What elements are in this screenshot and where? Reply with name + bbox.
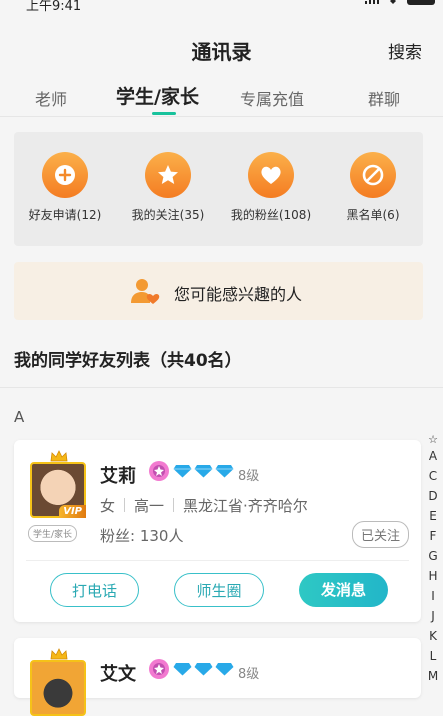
people-you-may-like-label: 您可能感兴趣的人 xyxy=(174,285,303,304)
level-medal-icon xyxy=(149,461,169,481)
index-star[interactable]: ☆ xyxy=(425,434,441,446)
alphabet-index-bar[interactable]: ☆ A C D E F G H I J K L M xyxy=(425,434,441,686)
index-letter[interactable]: E xyxy=(425,506,441,526)
tab-teachers[interactable]: 老师 xyxy=(35,86,67,110)
wifi-icon xyxy=(390,0,396,4)
contact-name: 艾莉 xyxy=(100,466,136,487)
my-following-label: 我的关注(35) xyxy=(131,208,205,222)
level-medal-icon xyxy=(149,659,169,679)
role-tag: 学生/家长 xyxy=(28,525,78,542)
header: 通讯录 搜索 xyxy=(0,28,443,72)
send-message-button[interactable]: 发消息 xyxy=(299,573,388,607)
diamond-level-icons xyxy=(173,662,234,676)
status-time: 上午9:41 xyxy=(26,0,82,14)
index-letter[interactable]: I xyxy=(425,586,441,606)
index-letter[interactable]: A xyxy=(425,446,441,466)
location: 黑龙江省·齐齐哈尔 xyxy=(183,497,308,515)
tab-bar: 老师 学生/家长 专属充值 群聊 xyxy=(0,80,443,118)
index-letter[interactable]: H xyxy=(425,566,441,586)
diamond-icon xyxy=(215,663,234,676)
call-button[interactable]: 打电话 xyxy=(50,573,139,607)
contact-card[interactable]: VIP 学生/家长 艾莉 8级 女高一 黑龙江省·齐齐哈尔 粉丝: 130人 已关… xyxy=(14,440,421,622)
section-divider xyxy=(0,387,443,388)
search-button[interactable]: 搜索 xyxy=(388,38,422,63)
index-letter[interactable]: J xyxy=(425,606,441,626)
grade: 高一 xyxy=(134,497,165,515)
teacher-student-circle-button[interactable]: 师生圈 xyxy=(174,573,264,607)
avatar[interactable]: VIP xyxy=(30,450,86,518)
my-fans-label: 我的粉丝(108) xyxy=(230,208,312,222)
diamond-icon xyxy=(173,663,192,676)
diamond-icon xyxy=(194,465,213,478)
battery-icon xyxy=(407,0,435,5)
page-title: 通讯录 xyxy=(191,40,252,64)
star-icon xyxy=(145,152,191,198)
card-divider xyxy=(26,560,409,561)
level-text: 8级 xyxy=(238,667,260,682)
status-bar: 上午9:41 xyxy=(0,0,443,14)
index-letter[interactable]: G xyxy=(425,546,441,566)
crown-icon xyxy=(50,648,68,660)
index-letter[interactable]: L xyxy=(425,646,441,666)
tab-students-parents[interactable]: 学生/家长 xyxy=(116,82,199,109)
index-letter[interactable]: D xyxy=(425,486,441,506)
friend-requests-label: 好友申请(12) xyxy=(28,208,102,222)
contact-card[interactable]: 艾文 8级 xyxy=(14,638,421,716)
index-letter-heading: A xyxy=(14,408,25,426)
index-letter[interactable]: F xyxy=(425,526,441,546)
tab-exclusive-recharge[interactable]: 专属充值 xyxy=(240,86,304,110)
index-letter[interactable]: C xyxy=(425,466,441,486)
friend-requests-button[interactable]: 好友申请(12) xyxy=(15,152,115,223)
heart-icon xyxy=(248,152,294,198)
block-icon xyxy=(350,152,396,198)
quick-actions-panel: 好友申请(12) 我的关注(35) 我的粉丝(108) 黑名单(6) xyxy=(14,132,423,246)
avatar[interactable] xyxy=(30,648,86,716)
blacklist-button[interactable]: 黑名单(6) xyxy=(323,152,423,223)
tab-group-chat[interactable]: 群聊 xyxy=(368,86,400,110)
diamond-icon xyxy=(173,465,192,478)
status-icons xyxy=(365,0,435,5)
my-following-button[interactable]: 我的关注(35) xyxy=(118,152,218,223)
vip-badge: VIP xyxy=(59,505,86,518)
diamond-icon xyxy=(194,663,213,676)
diamond-level-icons xyxy=(173,464,234,478)
tabs-divider xyxy=(0,116,443,117)
classmates-list-title: 我的同学好友列表（共40名） xyxy=(14,351,242,371)
level-text: 8级 xyxy=(238,469,260,484)
plus-icon xyxy=(42,152,88,198)
follow-status-badge[interactable]: 已关注 xyxy=(351,521,409,548)
users-icon xyxy=(131,279,160,304)
contact-info-row: 女高一 黑龙江省·齐齐哈尔 xyxy=(100,495,308,516)
people-you-may-like-button[interactable]: 您可能感兴趣的人 xyxy=(14,262,423,320)
diamond-icon xyxy=(215,465,234,478)
gender: 女 xyxy=(100,497,116,515)
blacklist-label: 黑名单(6) xyxy=(346,208,400,222)
active-tab-indicator xyxy=(152,112,176,115)
index-letter[interactable]: M xyxy=(425,666,441,686)
crown-icon xyxy=(50,450,68,462)
signal-icon xyxy=(365,0,379,4)
my-fans-button[interactable]: 我的粉丝(108) xyxy=(221,152,321,223)
avatar-image xyxy=(30,660,86,716)
contact-name: 艾文 xyxy=(100,664,136,685)
fans-count: 粉丝: 130人 xyxy=(100,527,184,545)
index-letter[interactable]: K xyxy=(425,626,441,646)
